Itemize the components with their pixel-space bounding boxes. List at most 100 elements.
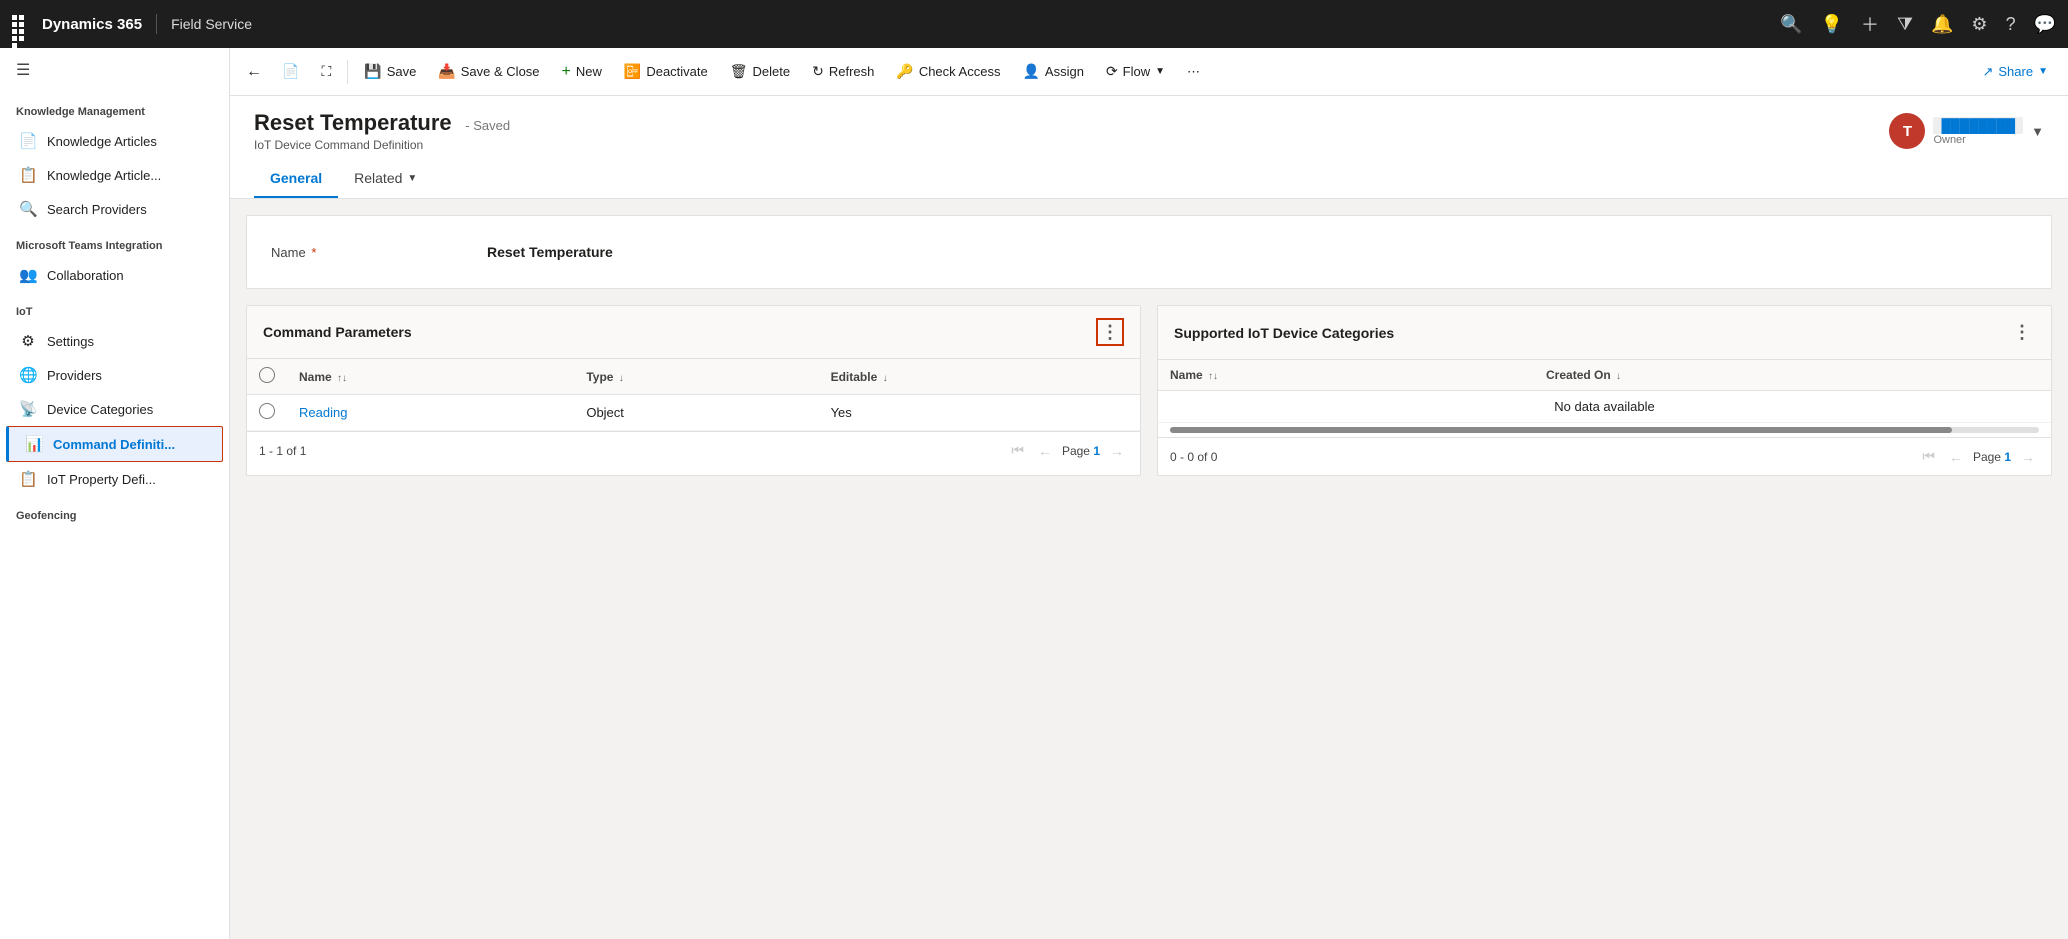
save-button[interactable]: 💾 Save xyxy=(354,57,426,86)
refresh-button[interactable]: ↻ Refresh xyxy=(802,57,884,86)
help-icon[interactable]: ? xyxy=(2006,14,2016,35)
supported-iot-header: Supported IoT Device Categories ⋮ xyxy=(1158,306,2051,360)
save-close-button[interactable]: 📥 Save & Close xyxy=(428,57,549,86)
command-parameters-more-button[interactable]: ⋮ xyxy=(1096,318,1124,346)
knowledge-articles-2-icon: 📋 xyxy=(19,166,37,184)
supported-iot-panel: Supported IoT Device Categories ⋮ Name ↑… xyxy=(1157,305,2052,476)
save-close-label: Save & Close xyxy=(461,64,540,79)
lightbulb-icon[interactable]: 💡 xyxy=(1821,14,1843,35)
brand-name: Dynamics 365 xyxy=(42,16,142,33)
command-parameters-table: Name ↑↓ Type ↓ Editable ↓ xyxy=(247,359,1140,431)
col-iot-created-on[interactable]: Created On ↓ xyxy=(1534,360,2051,391)
col-name[interactable]: Name ↑↓ xyxy=(287,359,574,395)
new-button[interactable]: + New xyxy=(552,57,612,87)
sidebar-item-command-definitions[interactable]: 📊 Command Definiti... xyxy=(6,426,223,462)
row-type-cell: Object xyxy=(574,395,818,431)
sidebar-item-label: IoT Property Defi... xyxy=(47,472,156,487)
record-title-area: Reset Temperature - Saved IoT Device Com… xyxy=(254,110,510,152)
deactivate-button[interactable]: 📴 Deactivate xyxy=(614,57,718,86)
sidebar-item-label: Knowledge Articles xyxy=(47,134,157,149)
editable-sort-icon: ↓ xyxy=(883,373,888,384)
flow-button[interactable]: ⟳ Flow ▼ xyxy=(1096,57,1175,86)
sidebar-hamburger[interactable]: ☰ xyxy=(0,48,229,92)
top-navigation: Dynamics 365 Field Service 🔍 💡 ＋ ⧩ 🔔 ⚙ ?… xyxy=(0,0,2068,48)
iot-pagination-nav: ⏮ ← Page 1 → xyxy=(1918,446,2039,467)
search-icon[interactable]: 🔍 xyxy=(1780,14,1802,35)
brand-area: Dynamics 365 Field Service xyxy=(42,14,252,34)
tab-related[interactable]: Related ▼ xyxy=(338,162,433,198)
sidebar-item-knowledge-articles-2[interactable]: 📋 Knowledge Article... xyxy=(0,158,229,192)
settings-icon[interactable]: ⚙ xyxy=(1971,14,1987,35)
sidebar-item-settings[interactable]: ⚙ Settings xyxy=(0,324,229,358)
cmd-first-page-button[interactable]: ⏮ xyxy=(1007,440,1028,461)
plus-icon[interactable]: ＋ xyxy=(1861,11,1879,37)
grids-row: Command Parameters ⋮ Name xyxy=(246,305,2052,476)
share-dropdown-icon: ▼ xyxy=(2038,66,2048,77)
cmd-next-page-button[interactable]: → xyxy=(1106,441,1128,461)
deactivate-label: Deactivate xyxy=(646,64,707,79)
owner-area: T ████████ Owner ▼ xyxy=(1889,113,2044,149)
form-view-button[interactable]: 📄 xyxy=(272,57,309,86)
command-parameters-pagination: 1 - 1 of 1 ⏮ ← Page 1 → xyxy=(247,431,1140,469)
select-all-checkbox[interactable] xyxy=(259,367,275,383)
owner-chevron-icon[interactable]: ▼ xyxy=(2031,124,2044,139)
delete-label: Delete xyxy=(753,64,791,79)
share-button[interactable]: ↗ Share ▼ xyxy=(1970,58,2060,86)
filter-icon[interactable]: ⧩ xyxy=(1897,14,1913,35)
tab-related-dropdown-icon: ▼ xyxy=(407,173,417,184)
cmd-pagination-nav: ⏮ ← Page 1 → xyxy=(1007,440,1128,461)
sidebar-item-search-providers[interactable]: 🔍 Search Providers xyxy=(0,192,229,226)
sidebar-item-collaboration[interactable]: 👥 Collaboration xyxy=(0,258,229,292)
chat-icon[interactable]: 💬 xyxy=(2034,14,2056,35)
expand-icon: ⛶ xyxy=(321,63,331,80)
iot-prev-page-button[interactable]: ← xyxy=(1945,447,1967,467)
iot-first-page-button[interactable]: ⏮ xyxy=(1918,446,1939,467)
iot-property-icon: 📋 xyxy=(19,470,37,488)
section-knowledge-management: Knowledge Management xyxy=(0,92,229,124)
name-form-row: Name * Reset Temperature xyxy=(271,232,2027,272)
iot-scrollbar-track[interactable] xyxy=(1170,427,2039,433)
row-name-cell[interactable]: Reading xyxy=(287,395,574,431)
type-sort-icon: ↓ xyxy=(619,373,624,384)
save-icon: 💾 xyxy=(364,63,381,80)
row-checkbox[interactable] xyxy=(259,403,275,419)
record-title: Reset Temperature xyxy=(254,110,452,135)
supported-iot-header-left: Supported IoT Device Categories xyxy=(1174,325,1394,341)
col-checkbox xyxy=(247,359,287,395)
sidebar-item-knowledge-articles[interactable]: 📄 Knowledge Articles xyxy=(0,124,229,158)
flow-dropdown-icon: ▼ xyxy=(1155,66,1165,77)
save-close-icon: 📥 xyxy=(438,63,455,80)
owner-name[interactable]: ████████ xyxy=(1933,117,2023,134)
no-data-cell: No data available xyxy=(1158,391,2051,423)
app-grid-icon[interactable] xyxy=(12,15,30,33)
more-actions-button[interactable]: ⋯ xyxy=(1177,58,1210,86)
name-value[interactable]: Reset Temperature xyxy=(487,244,613,260)
tab-general-label: General xyxy=(270,170,322,186)
sidebar-item-device-categories[interactable]: 📡 Device Categories xyxy=(0,392,229,426)
bell-icon[interactable]: 🔔 xyxy=(1931,14,1953,35)
check-access-button[interactable]: 🔑 Check Access xyxy=(886,57,1010,86)
cmd-page-label: Page 1 xyxy=(1062,444,1100,458)
sidebar-item-providers[interactable]: 🌐 Providers xyxy=(0,358,229,392)
col-iot-name[interactable]: Name ↑↓ xyxy=(1158,360,1534,391)
tab-general[interactable]: General xyxy=(254,162,338,198)
sidebar-item-iot-property[interactable]: 📋 IoT Property Defi... xyxy=(0,462,229,496)
section-geofencing: Geofencing xyxy=(0,496,229,528)
assign-button[interactable]: 👤 Assign xyxy=(1012,57,1093,86)
delete-button[interactable]: 🗑 Delete xyxy=(720,57,800,86)
new-label: New xyxy=(576,64,602,79)
cmd-prev-page-button[interactable]: ← xyxy=(1034,441,1056,461)
expand-button[interactable]: ⛶ xyxy=(311,57,341,86)
record-title-line: Reset Temperature - Saved xyxy=(254,110,510,136)
back-button[interactable]: ← xyxy=(238,59,270,85)
toolbar: ← 📄 ⛶ 💾 Save 📥 Save & Close + New xyxy=(230,48,2068,96)
col-type[interactable]: Type ↓ xyxy=(574,359,818,395)
supported-iot-more-button[interactable]: ⋮ xyxy=(2009,318,2035,347)
toolbar-separator-1 xyxy=(347,60,348,84)
sidebar-item-label: Collaboration xyxy=(47,268,124,283)
record-header: Reset Temperature - Saved IoT Device Com… xyxy=(230,96,2068,199)
command-parameters-header-row: Name ↑↓ Type ↓ Editable ↓ xyxy=(247,359,1140,395)
back-arrow-icon: ← xyxy=(246,63,262,81)
col-editable[interactable]: Editable ↓ xyxy=(819,359,1140,395)
iot-next-page-button[interactable]: → xyxy=(2017,447,2039,467)
